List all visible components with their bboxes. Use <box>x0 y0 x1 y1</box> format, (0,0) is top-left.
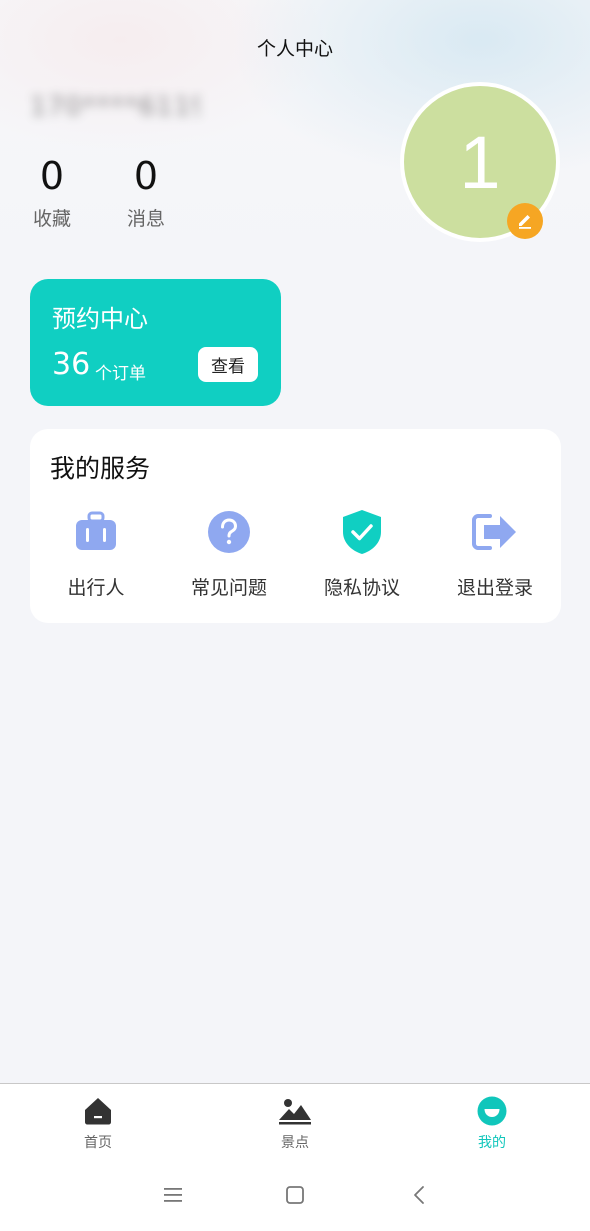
page-title: 个人中心 <box>256 38 333 60</box>
bottom-tab-bar: 首页 景点 我的 <box>0 1083 590 1161</box>
service-label: 出行人 <box>67 577 125 599</box>
favorites-label: 收藏 <box>32 208 71 230</box>
home-nav-button[interactable] <box>280 1182 310 1208</box>
booking-unit: 个订单 <box>95 364 146 384</box>
booking-center-card[interactable]: 预约中心 36 个订单 查看 <box>30 279 281 406</box>
square-icon <box>286 1186 304 1204</box>
mountain-icon <box>279 1099 311 1125</box>
tab-attractions[interactable]: 景点 <box>235 1094 355 1152</box>
profile-smile-icon <box>477 1096 507 1126</box>
menu-nav-button[interactable] <box>158 1182 188 1208</box>
messages-count: 0 <box>133 154 159 198</box>
services-card: 我的服务 出行人 常见问题 隐私协议 退出登录 <box>30 429 561 623</box>
tab-home[interactable]: 首页 <box>38 1094 158 1152</box>
booking-title: 预约中心 <box>52 305 148 333</box>
chevron-left-icon <box>414 1186 424 1204</box>
stat-favorites[interactable]: 0 收藏 <box>22 150 82 231</box>
service-label: 常见问题 <box>190 577 267 599</box>
tab-label: 首页 <box>84 1135 112 1151</box>
tab-label: 景点 <box>281 1135 309 1151</box>
back-nav-button[interactable] <box>404 1182 434 1208</box>
edit-avatar-button[interactable] <box>507 203 543 239</box>
logout-icon <box>472 514 516 550</box>
services-title: 我的服务 <box>50 454 151 483</box>
tab-mine[interactable]: 我的 <box>432 1094 552 1152</box>
service-faq[interactable]: 常见问题 <box>163 507 295 600</box>
pencil-icon <box>519 215 531 229</box>
service-privacy[interactable]: 隐私协议 <box>296 507 428 600</box>
service-label: 隐私协议 <box>323 577 400 599</box>
system-nav-bar <box>0 1160 590 1231</box>
favorites-count: 0 <box>39 154 65 198</box>
stat-messages[interactable]: 0 消息 <box>116 150 176 231</box>
messages-label: 消息 <box>126 208 165 230</box>
service-label: 退出登录 <box>456 577 533 599</box>
username-masked: 170****6119 <box>30 92 200 122</box>
service-logout[interactable]: 退出登录 <box>429 507 561 600</box>
booking-count: 36 <box>52 347 91 382</box>
home-icon <box>85 1098 111 1125</box>
service-travelers[interactable]: 出行人 <box>30 507 162 600</box>
view-orders-button[interactable]: 查看 <box>198 347 258 382</box>
shield-check-icon <box>343 510 381 554</box>
suitcase-icon <box>76 511 116 550</box>
tab-label: 我的 <box>478 1135 506 1151</box>
question-icon <box>208 511 250 553</box>
menu-icon <box>164 1188 182 1202</box>
